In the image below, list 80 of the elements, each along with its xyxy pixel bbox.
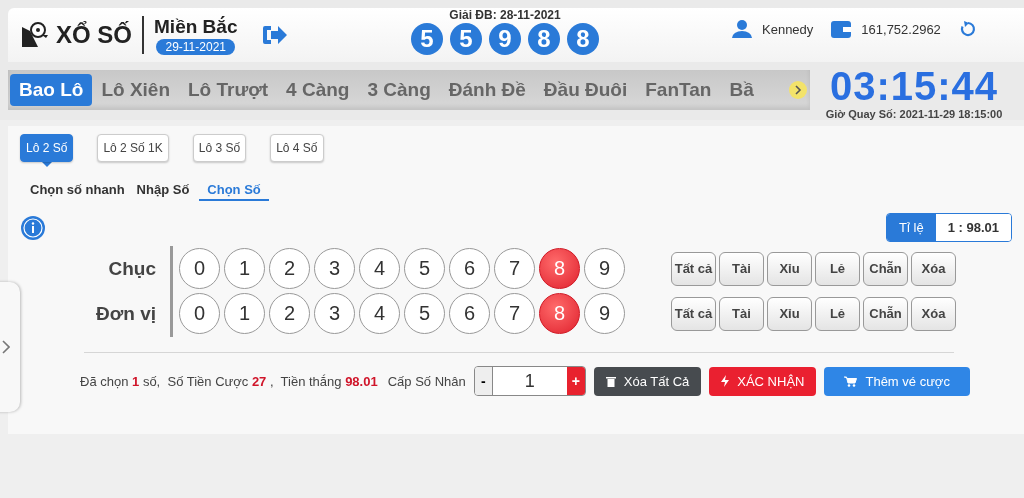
digit-ball[interactable]: 3 [314, 247, 355, 289]
digit-ball[interactable]: 0 [179, 247, 220, 289]
scroll-right-icon[interactable] [789, 81, 807, 99]
result-ball: 9 [489, 22, 521, 55]
mode-tab[interactable]: Nhập Số [134, 180, 192, 201]
quick-select-button[interactable]: Chẵn [863, 251, 908, 286]
digit-ball[interactable]: 6 [449, 292, 490, 334]
trash-icon [605, 375, 616, 387]
date-badge: 29-11-2021 [156, 38, 235, 55]
quick-select-button[interactable]: Xóa [911, 296, 956, 331]
quick-select-button[interactable]: Tất cả [671, 296, 716, 331]
game-tab[interactable]: Lô Xiên [92, 74, 179, 106]
bet-summary: Đã chọn 1 số, Số Tiền Cược 27 , Tiền thắng 98.01 [80, 373, 378, 389]
odds-label: Tỉ lệ [887, 214, 936, 241]
digit-ball[interactable]: 0 [179, 292, 220, 334]
logo-icon [20, 21, 50, 49]
bet-type-tab[interactable]: Lô 3 Số [192, 134, 247, 162]
logo-text: XỔ SỐ [56, 21, 133, 49]
digit-ball[interactable]: 4 [359, 247, 400, 289]
result-ball: 8 [567, 22, 599, 55]
wallet-icon [831, 20, 852, 38]
digit-ball[interactable]: 7 [494, 247, 535, 289]
quick-select-button[interactable]: Xỉu [767, 296, 812, 331]
tab-pointer [41, 162, 52, 167]
digit-ball[interactable]: 9 [584, 247, 625, 289]
countdown-timer: 03:15:44 [829, 64, 999, 108]
digit-ball[interactable]: 2 [269, 247, 310, 289]
draw-time: Giờ Quay Số: 2021-11-29 18:15:00 [825, 108, 1003, 120]
lightning-icon [721, 375, 730, 387]
digit-ball[interactable]: 5 [404, 247, 445, 289]
digit-ball[interactable]: 7 [494, 292, 535, 334]
quick-select-button[interactable]: Lẻ [815, 251, 860, 286]
result-ball: 8 [528, 22, 560, 55]
result-ball: 5 [450, 22, 482, 55]
game-tab[interactable]: Đầu Đuôi [534, 74, 637, 106]
quick-select-button[interactable]: Tài [719, 296, 764, 331]
digit-ball[interactable]: 4 [359, 292, 400, 334]
game-tab[interactable]: Bao Lô [10, 74, 93, 106]
bet-type-tab[interactable]: Lô 4 Số [270, 134, 324, 162]
user-icon [732, 20, 752, 38]
digit-ball[interactable]: 1 [224, 247, 265, 289]
game-tab[interactable]: Lô Trượt [179, 74, 278, 106]
region-name: Miền Bắc [154, 15, 238, 38]
logout-icon[interactable] [261, 23, 290, 47]
info-icon[interactable] [20, 214, 46, 241]
multiplier-label: Cấp Số Nhân [387, 373, 466, 389]
quick-select-button[interactable]: Chẵn [863, 296, 908, 331]
chevron-right-icon [2, 340, 10, 354]
jackpot-label: Giải ĐB: 28-11-2021 [449, 7, 561, 22]
game-tab[interactable]: 4 Càng [277, 74, 359, 106]
row-label: Đơn vị [95, 302, 157, 325]
mode-tab[interactable]: Chọn số nhanh [28, 180, 127, 201]
bet-type-tab[interactable]: Lô 2 Số [20, 134, 74, 162]
result-ball: 5 [411, 22, 443, 55]
balance: 161,752.2962 [861, 21, 941, 37]
bet-type-tab[interactable]: Lô 2 Số 1K [97, 134, 169, 162]
game-tab[interactable]: FanTan [636, 74, 721, 106]
game-tab[interactable]: 3 Càng [358, 74, 440, 106]
digit-ball[interactable]: 2 [269, 292, 310, 334]
digit-ball[interactable]: 3 [314, 292, 355, 334]
refresh-icon[interactable] [958, 20, 977, 38]
game-tab[interactable]: Đánh Đề [439, 74, 535, 106]
action-button[interactable]: XÁC NHẬN [709, 366, 817, 396]
quick-select-button[interactable]: Tài [719, 251, 764, 286]
quick-select-button[interactable]: Tất cả [671, 251, 716, 286]
digit-ball[interactable]: 6 [449, 247, 490, 289]
row-label: Chục [107, 257, 157, 280]
quick-select-button[interactable]: Xóa [911, 251, 956, 286]
cart-icon [844, 375, 858, 387]
action-button[interactable]: Xóa Tất Cả [593, 366, 702, 396]
quick-select-button[interactable]: Lẻ [815, 296, 860, 331]
action-button[interactable]: Thêm vé cược [824, 366, 970, 396]
digit-ball[interactable]: 9 [584, 292, 625, 334]
game-tab[interactable]: Bầ [720, 74, 763, 106]
mode-tab[interactable]: Chọn Số [199, 180, 269, 201]
odds-value: 1 : 98.01 [935, 214, 1011, 241]
digit-ball[interactable]: 1 [224, 292, 265, 334]
digit-ball[interactable]: 5 [404, 292, 445, 334]
quick-select-button[interactable]: Xỉu [767, 251, 812, 286]
username: Kennedy [762, 21, 814, 37]
